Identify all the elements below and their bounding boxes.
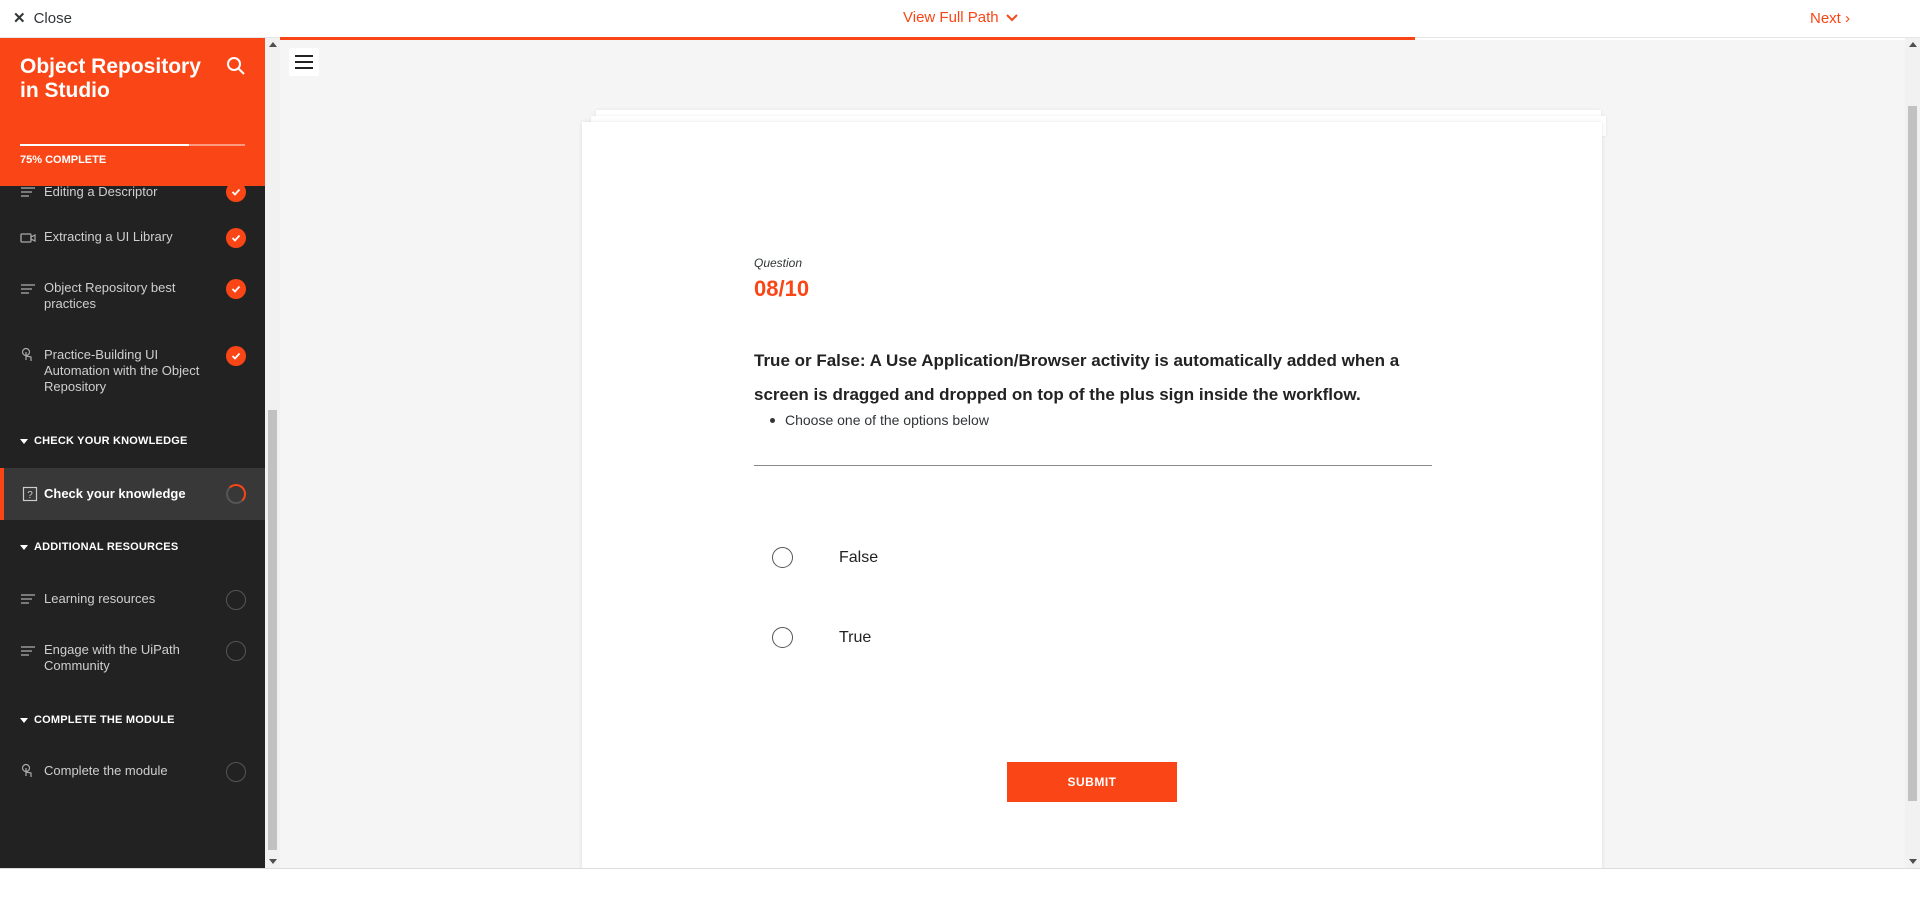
choice-false[interactable]: False bbox=[772, 547, 878, 568]
choice-label: False bbox=[839, 548, 879, 566]
section-additional-resources[interactable]: ADDITIONAL RESOURCES bbox=[20, 541, 178, 553]
course-progress-bar bbox=[20, 144, 245, 146]
scroll-up-arrow-icon[interactable] bbox=[1909, 42, 1917, 47]
divider bbox=[754, 465, 1432, 466]
complete-check-icon bbox=[226, 346, 246, 366]
radio-button[interactable] bbox=[772, 547, 793, 568]
sidebar-item-best-practices[interactable]: Object Repository best practices bbox=[0, 275, 265, 317]
view-full-path-button[interactable]: View Full Path bbox=[903, 9, 1019, 26]
radio-button[interactable] bbox=[772, 627, 793, 648]
next-button[interactable]: Next › bbox=[1810, 10, 1850, 27]
text-lines-icon bbox=[21, 594, 35, 604]
question-text: True or False: A Use Application/Browser… bbox=[754, 351, 1400, 404]
main-scrollbar[interactable] bbox=[1905, 38, 1920, 868]
hamburger-line bbox=[295, 61, 313, 63]
not-started-icon bbox=[226, 590, 246, 610]
question-hint: Choose one of the options below bbox=[770, 412, 989, 428]
scroll-down-arrow-icon[interactable] bbox=[269, 859, 277, 864]
text-lines-icon bbox=[21, 646, 35, 656]
sidebar-item-label: Engage with the UiPath Community bbox=[44, 642, 180, 673]
hamburger-line bbox=[295, 67, 313, 69]
section-check-your-knowledge[interactable]: CHECK YOUR KNOWLEDGE bbox=[20, 435, 188, 447]
sidebar-item-label: Editing a Descriptor bbox=[44, 184, 158, 199]
text-lines-icon bbox=[21, 187, 35, 197]
section-complete-the-module[interactable]: COMPLETE THE MODULE bbox=[20, 714, 175, 726]
quiz-icon: ? bbox=[22, 486, 38, 502]
close-label: Close bbox=[33, 9, 72, 27]
caret-down-icon bbox=[20, 438, 28, 444]
section-label: ADDITIONAL RESOURCES bbox=[34, 541, 179, 553]
complete-check-icon bbox=[226, 279, 246, 299]
complete-check-icon bbox=[226, 228, 246, 248]
sidebar-item-practice-building[interactable]: Practice-Building UI Automation with the… bbox=[0, 343, 265, 399]
view-path-label: View Full Path bbox=[903, 9, 999, 26]
hamburger-line bbox=[295, 55, 313, 57]
quiz-card: Question 08/10 True or False: A Use Appl… bbox=[582, 122, 1602, 868]
search-icon[interactable] bbox=[226, 56, 246, 76]
sidebar-item-learning-resources[interactable]: Learning resources bbox=[0, 583, 265, 613]
sidebar-item-label: Complete the module bbox=[44, 763, 168, 778]
caret-down-icon bbox=[20, 717, 28, 723]
not-started-icon bbox=[226, 762, 246, 782]
not-started-icon bbox=[226, 641, 246, 661]
close-button[interactable]: ✕ Close bbox=[13, 9, 72, 28]
close-icon: ✕ bbox=[13, 10, 26, 27]
caret-down-icon bbox=[20, 544, 28, 550]
sidebar-item-extracting-ui-library[interactable]: Extracting a UI Library bbox=[0, 223, 265, 253]
sidebar-item-label: Learning resources bbox=[44, 591, 156, 606]
question-number: 08/10 bbox=[754, 276, 810, 301]
main-scroll-thumb[interactable] bbox=[1908, 106, 1917, 801]
in-progress-icon bbox=[226, 484, 246, 504]
question-label: Question bbox=[754, 256, 803, 270]
chevron-down-icon bbox=[1005, 13, 1018, 21]
touch-icon bbox=[21, 763, 32, 777]
submit-button[interactable]: SUBMIT bbox=[1007, 762, 1177, 802]
scroll-down-arrow-icon[interactable] bbox=[1909, 859, 1917, 864]
top-bar: ✕ Close View Full Path Next › bbox=[0, 0, 1920, 38]
text-lines-icon bbox=[21, 284, 35, 294]
page-footer-blank bbox=[0, 868, 1920, 911]
video-icon bbox=[20, 233, 36, 243]
hint-text: Choose one of the options below bbox=[785, 412, 989, 428]
menu-toggle-button[interactable] bbox=[289, 48, 319, 76]
sidebar-item-label: Check your knowledge bbox=[44, 486, 186, 501]
bullet-icon bbox=[770, 417, 775, 423]
sidebar-item-label: Practice-Building UI Automation with the… bbox=[44, 347, 200, 394]
course-title: Object Repository in Studio bbox=[20, 55, 201, 102]
course-progress-fill bbox=[20, 144, 189, 146]
sidebar-item-uipath-community[interactable]: Engage with the UiPath Community bbox=[0, 635, 265, 677]
section-label: COMPLETE THE MODULE bbox=[34, 714, 175, 726]
choice-label: True bbox=[839, 628, 872, 646]
scroll-up-arrow-icon[interactable] bbox=[269, 42, 277, 47]
sidebar-item-label: Extracting a UI Library bbox=[44, 229, 173, 244]
sidebar-scroll-thumb[interactable] bbox=[268, 410, 277, 850]
touch-icon bbox=[21, 347, 32, 361]
course-progress-text: 75% COMPLETE bbox=[20, 154, 107, 166]
lesson-content: Question 08/10 True or False: A Use Appl… bbox=[280, 40, 1905, 868]
sidebar-header: Object Repository in Studio 75% COMPLETE bbox=[0, 38, 265, 186]
sidebar-item-complete-module[interactable]: Complete the module bbox=[0, 756, 265, 786]
sidebar-item-label: Object Repository best practices bbox=[44, 280, 176, 311]
sidebar-item-check-your-knowledge[interactable]: ? Check your knowledge bbox=[0, 468, 265, 520]
section-label: CHECK YOUR KNOWLEDGE bbox=[34, 435, 188, 447]
svg-text:?: ? bbox=[27, 490, 33, 501]
sidebar-scrollbar[interactable] bbox=[265, 38, 280, 868]
course-sidebar: Object Repository in Studio 75% COMPLETE… bbox=[0, 38, 265, 868]
choice-true[interactable]: True bbox=[772, 627, 871, 648]
